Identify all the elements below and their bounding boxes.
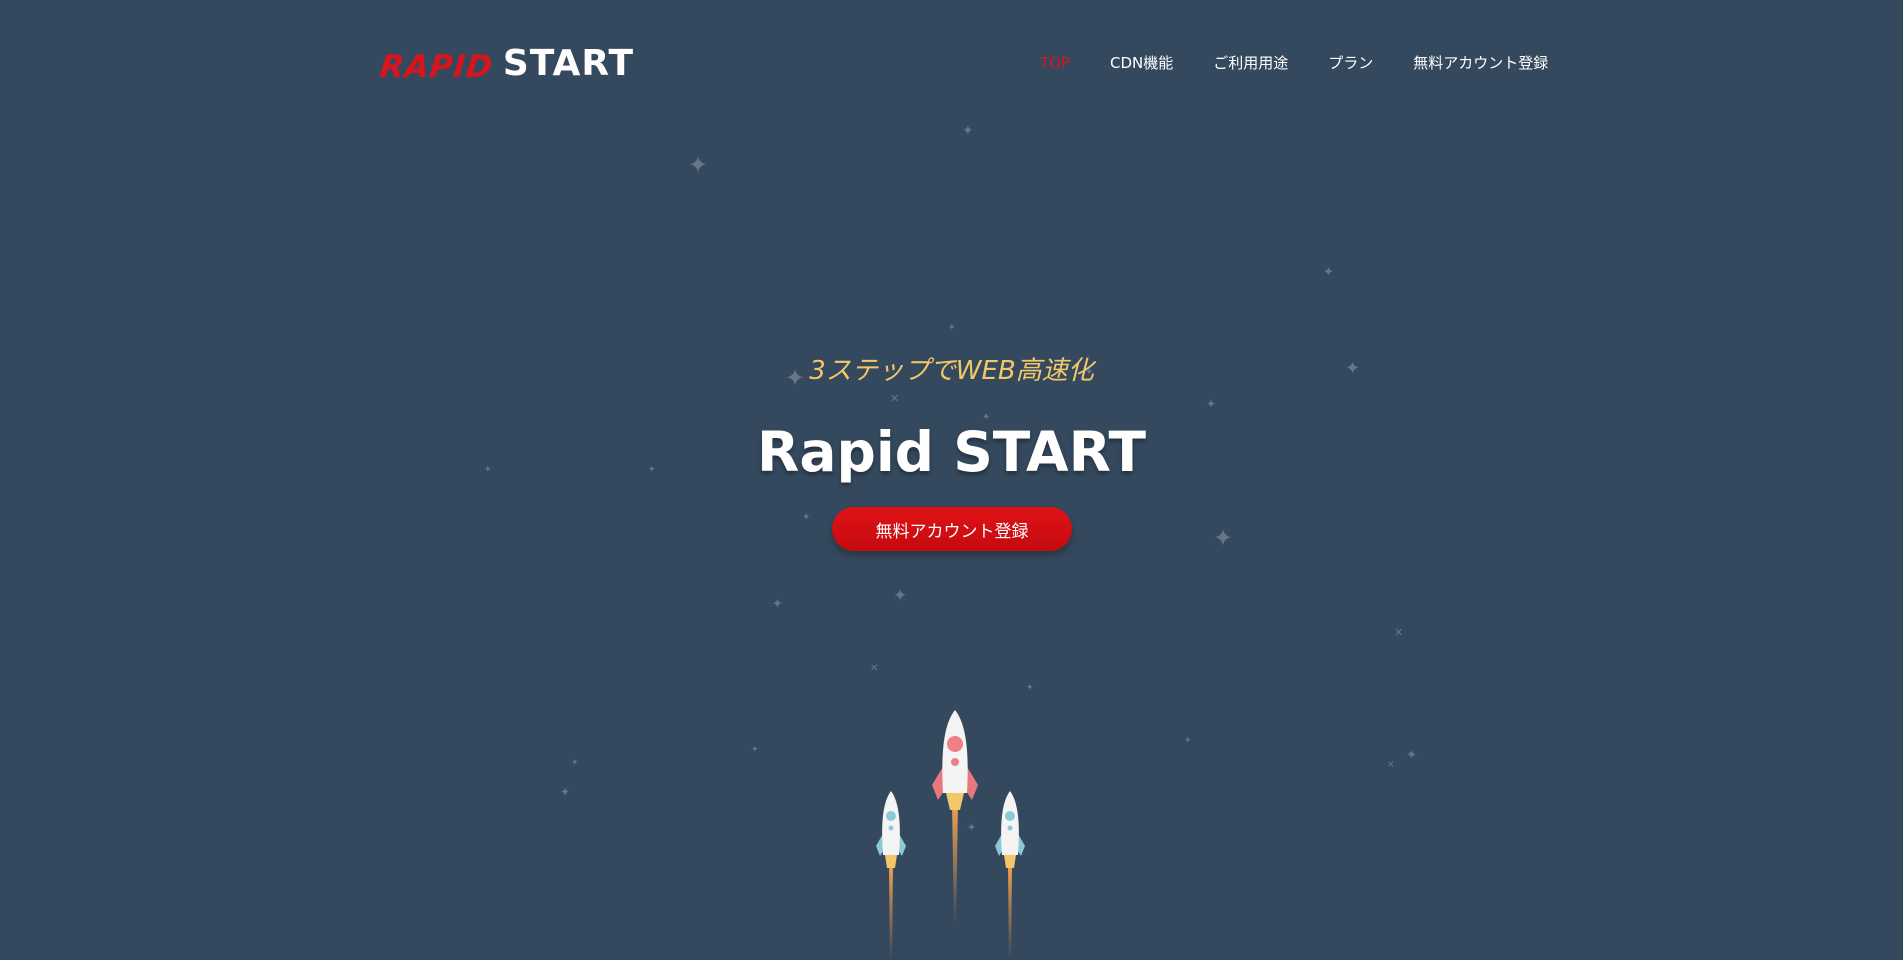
sparkle-icon: ✦ (772, 597, 783, 612)
rocket-icon (876, 791, 906, 960)
rocket-icon (995, 791, 1025, 960)
sparkle-icon: ✦ (1213, 524, 1234, 552)
landing-page: RAPID START TOP CDN機能 ご利用用途 プラン 無料アカウント登… (0, 0, 1903, 960)
sparkle-icon: ✦ (962, 123, 974, 139)
sparkle-icon: ✦ (802, 512, 811, 523)
sparkle-icon: ✕ (1387, 760, 1395, 770)
hero-title: Rapid START (756, 420, 1147, 484)
sparkle-icon: ✦ (1323, 265, 1334, 280)
sparkle-icon: ✕ (870, 663, 879, 674)
free-signup-button[interactable]: 無料アカウント登録 (832, 507, 1072, 551)
sparkle-icon: ✦ (948, 323, 956, 333)
sparkle-icon: ✕ (890, 392, 900, 405)
sparkle-icon: ✦ (751, 745, 759, 755)
logo-start: START (502, 43, 635, 84)
main-nav: TOP CDN機能 ご利用用途 プラン 無料アカウント登録 (1040, 52, 1548, 73)
sparkle-icon: ✦ (688, 151, 709, 179)
nav-item-plans[interactable]: プラン (1328, 52, 1373, 73)
nav-item-use-cases[interactable]: ご利用用途 (1213, 52, 1288, 73)
rocket-icon (932, 710, 978, 925)
sparkle-icon: ✦ (1406, 748, 1417, 763)
rockets-illustration (876, 710, 1025, 960)
sparkle-icon: ✦ (1026, 683, 1034, 693)
sparkle-icon: ✦ (893, 586, 908, 606)
sparkle-icon: ✦ (1206, 397, 1217, 411)
sparkle-icon: ✦ (560, 785, 571, 799)
nav-item-top[interactable]: TOP (1040, 54, 1070, 72)
sparkle-icon: ✦ (571, 758, 579, 768)
logo[interactable]: RAPID START (378, 43, 635, 87)
nav-item-free-signup[interactable]: 無料アカウント登録 (1413, 52, 1548, 73)
hero-subtitle: 3ステップでWEB高速化 (809, 356, 1094, 386)
logo-rapid: RAPID (378, 49, 495, 85)
nav-item-cdn-features[interactable]: CDN機能 (1110, 52, 1173, 73)
sparkle-icon: ✦ (1184, 736, 1192, 746)
sparkle-icon: ✕ (1394, 626, 1404, 639)
